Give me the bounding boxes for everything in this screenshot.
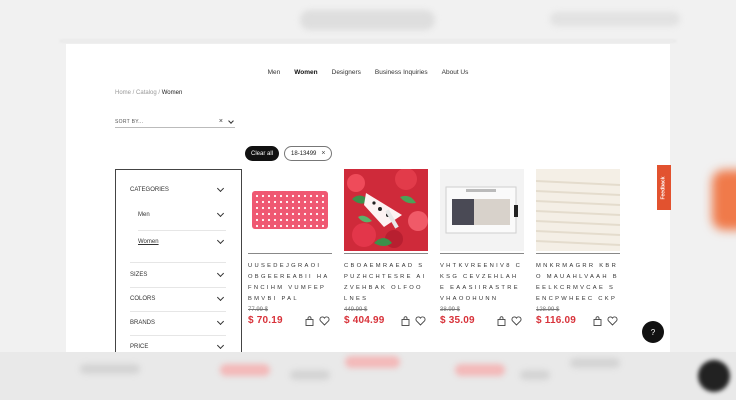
sort-select[interactable]: SORT BY... × <box>115 116 235 128</box>
breadcrumb-home[interactable]: Home <box>115 90 131 96</box>
product-price: $ 116.09 <box>536 315 576 326</box>
divider <box>344 253 428 254</box>
breadcrumb: Home / Catalog / Women <box>115 90 182 96</box>
chevron-down-icon[interactable] <box>216 236 225 245</box>
heart-icon[interactable] <box>415 315 426 326</box>
blurred-feedback-tab <box>712 170 736 230</box>
chevron-down-icon[interactable] <box>216 269 225 278</box>
breadcrumb-catalog[interactable]: Catalog <box>136 90 157 96</box>
product-old-price: 38.99 $ <box>440 307 461 313</box>
blurred-bar <box>570 358 620 368</box>
blurred-footer <box>0 352 736 400</box>
divider <box>130 311 226 312</box>
blurred-logo <box>300 10 435 30</box>
divider <box>130 335 226 336</box>
blurred-bar <box>520 370 550 380</box>
product-old-price: 449.99 $ <box>344 307 368 313</box>
catalog-page: Men Women Designers Business Inquiries A… <box>66 44 670 352</box>
blurred-divider <box>60 40 676 42</box>
product-price: $ 35.09 <box>440 315 475 326</box>
blurred-price <box>345 356 400 368</box>
filter-sidebar: CATEGORIES Men Women SIZES COLORS BRANDS <box>115 169 242 352</box>
chevron-down-icon[interactable] <box>216 341 225 350</box>
heart-icon[interactable] <box>319 315 330 326</box>
product-name[interactable]: CBOAEMRAEAD SPUZHCHTESRE AIZVEHBAK OLFOO… <box>344 261 428 305</box>
sort-placeholder: SORT BY... <box>115 118 144 125</box>
filter-category-women-label: Women <box>138 239 159 245</box>
chevron-down-icon[interactable] <box>216 209 225 218</box>
product-image[interactable] <box>440 169 524 251</box>
heart-icon[interactable] <box>511 315 522 326</box>
divider <box>130 262 226 263</box>
chevron-down-icon[interactable] <box>228 117 234 124</box>
shopping-bag-icon[interactable] <box>401 315 410 326</box>
nav-business-inquiries[interactable]: Business Inquiries <box>375 69 428 76</box>
blurred-bar <box>80 364 140 374</box>
filter-sizes-label: SIZES <box>130 272 148 278</box>
filter-brands[interactable]: BRANDS <box>130 317 226 326</box>
filter-brands-label: BRANDS <box>130 320 156 326</box>
chevron-down-icon[interactable] <box>216 317 225 326</box>
product-card[interactable]: VHTKVREENIV8 CKSG CEVZEHLAHE EAASIIRASTR… <box>440 169 524 352</box>
filter-colors-label: COLORS <box>130 296 156 302</box>
filter-chip[interactable]: 18-13499 × <box>284 146 333 161</box>
product-old-price: 128.99 $ <box>536 307 560 313</box>
filter-price[interactable]: PRICE <box>130 341 226 350</box>
filter-category-men[interactable]: Men <box>138 209 226 218</box>
feedback-tab[interactable]: Feedback <box>657 165 671 210</box>
chevron-down-icon[interactable] <box>216 184 225 193</box>
product-price: $ 404.99 <box>344 315 385 326</box>
feedback-label: Feedback <box>661 175 668 200</box>
close-icon[interactable]: × <box>321 150 325 157</box>
divider <box>536 253 620 254</box>
filter-chip-label: 18-13499 <box>291 150 317 157</box>
filter-price-label: PRICE <box>130 344 149 350</box>
nav-designers[interactable]: Designers <box>332 69 361 76</box>
divider <box>130 287 226 288</box>
product-name[interactable]: UUSEDEJGRAOI OBGEEREABII HAFNCIHM VUMFEP… <box>248 261 332 305</box>
product-card[interactable]: UUSEDEJGRAOI OBGEEREABII HAFNCIHM VUMFEP… <box>248 169 332 352</box>
product-image[interactable] <box>344 169 428 251</box>
product-name[interactable]: VHTKVREENIV8 CKSG CEVZEHLAHE EAASIIRASTR… <box>440 261 524 305</box>
product-image[interactable] <box>536 169 620 251</box>
shopping-bag-icon[interactable] <box>497 315 506 326</box>
divider <box>440 253 524 254</box>
divider <box>138 230 226 231</box>
filter-colors[interactable]: COLORS <box>130 293 226 302</box>
filter-category-men-label: Men <box>138 212 150 218</box>
filter-sizes[interactable]: SIZES <box>130 269 226 278</box>
blurred-bar <box>290 370 330 380</box>
help-button[interactable]: ? <box>642 321 664 343</box>
nav-women[interactable]: Women <box>294 69 317 76</box>
filter-category-women[interactable]: Women <box>138 236 226 245</box>
filter-categories[interactable]: CATEGORIES <box>130 184 226 193</box>
shopping-bag-icon[interactable] <box>305 315 314 326</box>
close-icon[interactable]: × <box>219 118 223 125</box>
blurred-header-icons <box>550 12 680 26</box>
chevron-down-icon[interactable] <box>216 293 225 302</box>
nav-about-us[interactable]: About Us <box>442 69 469 76</box>
heart-icon[interactable] <box>607 315 618 326</box>
blurred-price <box>220 364 270 376</box>
shopping-bag-icon[interactable] <box>593 315 602 326</box>
blurred-price <box>455 364 505 376</box>
product-name[interactable]: MNKRMAGRR KBRO MAUAHLVAAH BEELKCRMVCAE S… <box>536 261 620 305</box>
product-image[interactable] <box>248 169 332 251</box>
product-price: $ 70.19 <box>248 315 283 326</box>
blurred-chat-button <box>698 360 730 392</box>
nav-men[interactable]: Men <box>268 69 281 76</box>
filter-categories-label: CATEGORIES <box>130 187 169 193</box>
product-card[interactable]: MNKRMAGRR KBRO MAUAHLVAAH BEELKCRMVCAE S… <box>536 169 620 352</box>
divider <box>248 253 332 254</box>
product-card[interactable]: CBOAEMRAEAD SPUZHCHTESRE AIZVEHBAK OLFOO… <box>344 169 428 352</box>
main-nav: Men Women Designers Business Inquiries A… <box>66 69 670 76</box>
product-old-price: 77.99 $ <box>248 307 269 313</box>
active-filters: Clear all 18-13499 × <box>245 146 333 161</box>
breadcrumb-current: Women <box>161 90 183 96</box>
clear-all-button[interactable]: Clear all <box>245 146 280 161</box>
